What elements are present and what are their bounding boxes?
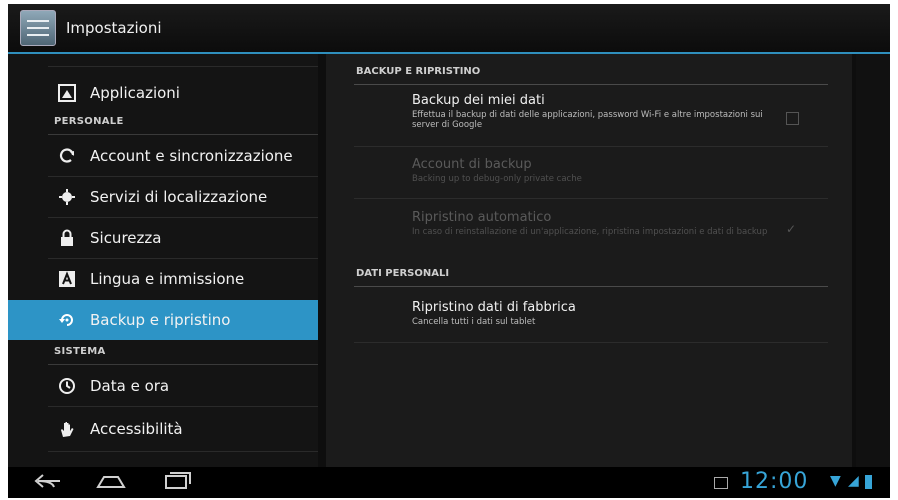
pref-title: Account di backup — [412, 157, 532, 172]
app-title: Impostazioni — [66, 19, 162, 37]
pref-auto-restore[interactable]: Ripristino automatico In caso di reinsta… — [412, 210, 792, 237]
side-strip — [856, 54, 890, 467]
gallery-notification-icon[interactable] — [714, 477, 728, 489]
section-divider — [48, 134, 318, 135]
sidebar-item-label: Data e ora — [90, 377, 170, 395]
wifi-icon: ▼ — [830, 473, 841, 489]
backup-checkbox[interactable] — [786, 112, 799, 125]
sidebar-item-label: Applicazioni — [90, 84, 180, 102]
sync-icon — [56, 145, 78, 167]
auto-restore-checkmark-icon[interactable]: ✓ — [786, 222, 796, 236]
lock-icon — [56, 227, 78, 249]
pref-summary: Backing up to debug-only private cache — [412, 174, 582, 184]
section-system: SISTEMA — [54, 346, 106, 357]
separator — [354, 342, 828, 343]
separator — [354, 198, 828, 199]
section-divider — [48, 364, 318, 365]
battery-icon — [865, 475, 872, 489]
back-icon[interactable] — [30, 469, 64, 498]
backup-icon — [56, 309, 78, 331]
sidebar-item-location[interactable]: Servizi di localizzazione — [8, 177, 318, 217]
sidebar-item-accessibility[interactable]: Accessibilità — [8, 409, 318, 449]
header-line — [354, 286, 828, 287]
sidebar-item-date-time[interactable]: Data e ora — [8, 366, 318, 406]
header-line — [354, 84, 828, 85]
language-icon — [56, 268, 78, 290]
action-bar: Impostazioni — [8, 4, 890, 54]
clock-icon — [56, 375, 78, 397]
settings-sidebar: Applicazioni PERSONALE Account e sincron… — [8, 54, 318, 467]
pref-backup-account[interactable]: Account di backup Backing up to debug-on… — [412, 157, 792, 184]
sidebar-item-language[interactable]: Lingua e immissione — [8, 259, 318, 299]
tablet-screen: Impostazioni Applicazioni PERSONALE Acco… — [8, 4, 890, 498]
sidebar-item-label: Sicurezza — [90, 229, 162, 247]
sidebar-item-label: Accessibilità — [90, 420, 183, 438]
sidebar-item-accounts[interactable]: Account e sincronizzazione — [8, 136, 318, 176]
separator — [354, 146, 828, 147]
pref-summary: Effettua il backup di dati delle applica… — [412, 110, 763, 130]
sidebar-item-security[interactable]: Sicurezza — [8, 218, 318, 258]
pref-summary: In caso di reinstallazione di un'applica… — [412, 227, 768, 237]
sidebar-item-label: Servizi di localizzazione — [90, 188, 268, 206]
divider — [48, 66, 318, 67]
apps-icon — [56, 82, 78, 104]
sidebar-item-label: Backup e ripristino — [90, 311, 231, 329]
settings-detail-pane: BACKUP E RIPRISTINO Backup dei miei dati… — [326, 54, 852, 467]
hand-icon — [56, 418, 78, 440]
sidebar-item-backup[interactable]: Backup e ripristino — [8, 300, 318, 340]
sidebar-item-apps[interactable]: Applicazioni — [8, 74, 318, 112]
home-icon[interactable] — [94, 469, 128, 498]
status-clock[interactable]: 12:00 — [740, 469, 808, 494]
divider — [48, 451, 318, 452]
section-personal: PERSONALE — [54, 116, 124, 127]
pref-title: Backup dei miei dati — [412, 93, 545, 108]
recent-apps-icon[interactable] — [160, 469, 194, 498]
sidebar-item-label: Lingua e immissione — [90, 270, 245, 288]
section-header-backup: BACKUP E RIPRISTINO — [356, 66, 481, 77]
pref-summary: Cancella tutti i dati sul tablet — [412, 317, 536, 327]
pref-title: Ripristino dati di fabbrica — [412, 300, 576, 315]
pref-backup-my-data[interactable]: Backup dei miei dati Effettua il backup … — [412, 93, 792, 130]
pref-title: Ripristino automatico — [412, 210, 552, 225]
signal-icon: ◢ — [848, 473, 859, 489]
location-icon — [56, 186, 78, 208]
settings-app-icon[interactable] — [20, 10, 56, 46]
pref-factory-reset[interactable]: Ripristino dati di fabbrica Cancella tut… — [412, 300, 792, 327]
sidebar-item-label: Account e sincronizzazione — [90, 147, 293, 165]
system-bar: 12:00 ▼ ◢ — [8, 467, 890, 498]
divider — [48, 406, 318, 407]
section-header-personal-data: DATI PERSONALI — [356, 268, 450, 279]
